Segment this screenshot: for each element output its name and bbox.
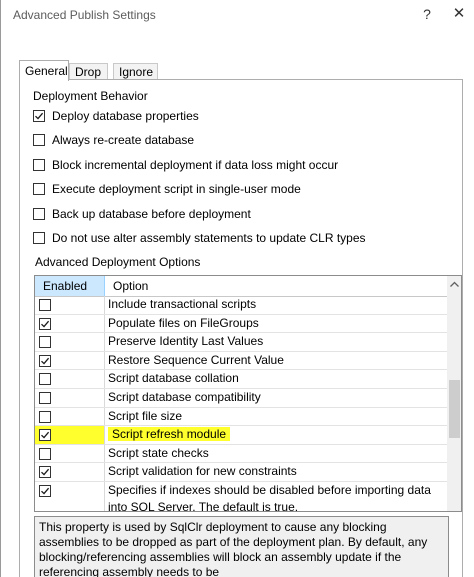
table-row[interactable]: Preserve Identity Last Values — [35, 333, 447, 352]
option-label: Script refresh module — [108, 427, 231, 442]
scroll-thumb[interactable] — [449, 380, 460, 438]
option-cell: Script file size — [105, 408, 447, 425]
column-header-enabled[interactable]: Enabled — [35, 276, 105, 296]
title-bar: Advanced Publish Settings ? ✕ — [1, 0, 474, 30]
enabled-checkbox[interactable] — [39, 447, 51, 460]
option-cell: Script validation for new constraints — [105, 463, 447, 480]
enabled-checkbox[interactable] — [39, 373, 51, 386]
option-cell: Populate files on FileGroups — [105, 315, 447, 332]
option-label: Script database compatibility — [108, 390, 261, 404]
behavior-option[interactable]: Back up database before deployment — [33, 206, 251, 222]
option-label: Script database collation — [108, 371, 239, 386]
behavior-option-label: Execute deployment script in single-user… — [52, 182, 301, 196]
option-cell: Specifies if indexes should be disabled … — [105, 482, 447, 512]
table-row[interactable]: Script database compatibility — [35, 389, 447, 408]
enabled-cell — [35, 314, 105, 333]
checkmark-icon — [41, 431, 50, 439]
enabled-checkbox[interactable] — [39, 336, 51, 349]
enabled-checkbox[interactable] — [39, 317, 51, 330]
enabled-checkbox[interactable] — [39, 299, 51, 311]
enabled-cell — [35, 296, 105, 314]
option-cell: Script state checks — [105, 445, 447, 462]
checkbox[interactable] — [33, 208, 45, 220]
option-label: Script file size — [108, 408, 183, 423]
behavior-option[interactable]: Block incremental deployment if data los… — [33, 157, 338, 173]
chevron-up-icon — [450, 281, 459, 287]
advanced-options-grid: Enabled Option Include transactional scr… — [34, 275, 462, 512]
option-label: Restore Sequence Current Value — [108, 352, 284, 367]
table-row[interactable]: Script state checks — [35, 444, 447, 464]
behavior-option[interactable]: Do not use alter assembly statements to … — [33, 230, 366, 246]
behavior-option-label: Back up database before deployment — [52, 207, 251, 221]
option-cell: Script database collation — [105, 370, 447, 387]
grid-header: Enabled Option — [35, 276, 447, 297]
enabled-checkbox[interactable] — [39, 354, 51, 367]
option-label: Script state checks — [108, 445, 209, 460]
scroll-up-arrow[interactable] — [447, 276, 461, 292]
enabled-checkbox[interactable] — [39, 392, 51, 404]
enabled-cell — [35, 463, 105, 481]
enabled-checkbox[interactable] — [39, 429, 51, 442]
enabled-checkbox[interactable] — [39, 410, 51, 423]
tab-drop[interactable]: Drop — [69, 63, 108, 80]
option-cell: Script refresh module — [105, 426, 447, 443]
checkbox[interactable] — [33, 159, 45, 171]
option-cell: Include transactional scripts — [105, 296, 447, 313]
option-cell: Preserve Identity Last Values — [105, 333, 447, 350]
enabled-checkbox[interactable] — [39, 485, 51, 497]
table-row[interactable]: Script validation for new constraints — [35, 463, 447, 482]
enabled-cell — [35, 333, 105, 351]
checkbox[interactable] — [33, 134, 45, 146]
column-header-option[interactable]: Option — [105, 276, 447, 296]
behavior-option[interactable]: Deploy database properties — [33, 108, 199, 124]
option-cell: Restore Sequence Current Value — [105, 352, 447, 369]
window-title: Advanced Publish Settings — [13, 8, 156, 22]
tab-ignore[interactable]: Ignore — [113, 63, 158, 80]
checkmark-icon — [41, 320, 50, 328]
help-button[interactable]: ? — [415, 4, 439, 24]
option-label: Preserve Identity Last Values — [108, 334, 264, 349]
table-row[interactable]: Populate files on FileGroups — [35, 314, 447, 334]
table-row[interactable]: Restore Sequence Current Value — [35, 351, 447, 371]
behavior-option-label: Block incremental deployment if data los… — [52, 158, 339, 172]
enabled-cell — [35, 389, 105, 407]
enabled-cell — [35, 351, 105, 370]
checkmark-icon — [41, 487, 50, 495]
enabled-checkbox[interactable] — [39, 466, 51, 479]
option-label: Include transactional scripts — [108, 297, 257, 311]
grid-scrollbar[interactable] — [447, 276, 461, 511]
behavior-option[interactable]: Execute deployment script in single-user… — [33, 181, 301, 197]
tab-general[interactable]: General — [19, 60, 69, 81]
table-row[interactable]: Script refresh module — [35, 426, 447, 445]
behavior-option-label: Do not use alter assembly statements to … — [52, 231, 366, 245]
table-row[interactable]: Script file size — [35, 407, 447, 427]
enabled-cell — [35, 444, 105, 463]
deployment-behavior-label: Deployment Behavior — [33, 89, 148, 103]
table-row[interactable]: Script database collation — [35, 370, 447, 389]
checkbox[interactable] — [33, 232, 45, 244]
checkmark-icon — [41, 469, 50, 476]
checkbox[interactable] — [33, 183, 45, 195]
behavior-option-label: Deploy database properties — [52, 109, 199, 123]
checkmark-icon — [41, 357, 50, 365]
checkmark-icon — [35, 112, 44, 120]
behavior-option-label: Always re-create database — [52, 133, 195, 147]
advanced-publish-settings-dialog: Advanced Publish Settings ? ✕ General Dr… — [0, 0, 474, 577]
behavior-option[interactable]: Always re-create database — [33, 132, 194, 148]
close-button[interactable]: ✕ — [447, 4, 471, 24]
checkbox[interactable] — [33, 110, 45, 122]
table-row[interactable]: Specifies if indexes should be disabled … — [35, 482, 447, 512]
option-label: Populate files on FileGroups — [108, 315, 259, 330]
option-description: This property is used by SqlClr deployme… — [34, 516, 449, 577]
option-label: Script validation for new constraints — [108, 464, 297, 479]
advanced-deployment-options-label: Advanced Deployment Options — [35, 255, 201, 269]
table-row[interactable]: Include transactional scripts — [35, 296, 447, 315]
enabled-cell — [35, 482, 105, 511]
enabled-cell — [35, 370, 105, 388]
enabled-cell — [35, 407, 105, 426]
option-cell: Script database compatibility — [105, 389, 447, 406]
enabled-cell — [35, 426, 105, 444]
option-label: Specifies if indexes should be disabled … — [108, 483, 431, 512]
